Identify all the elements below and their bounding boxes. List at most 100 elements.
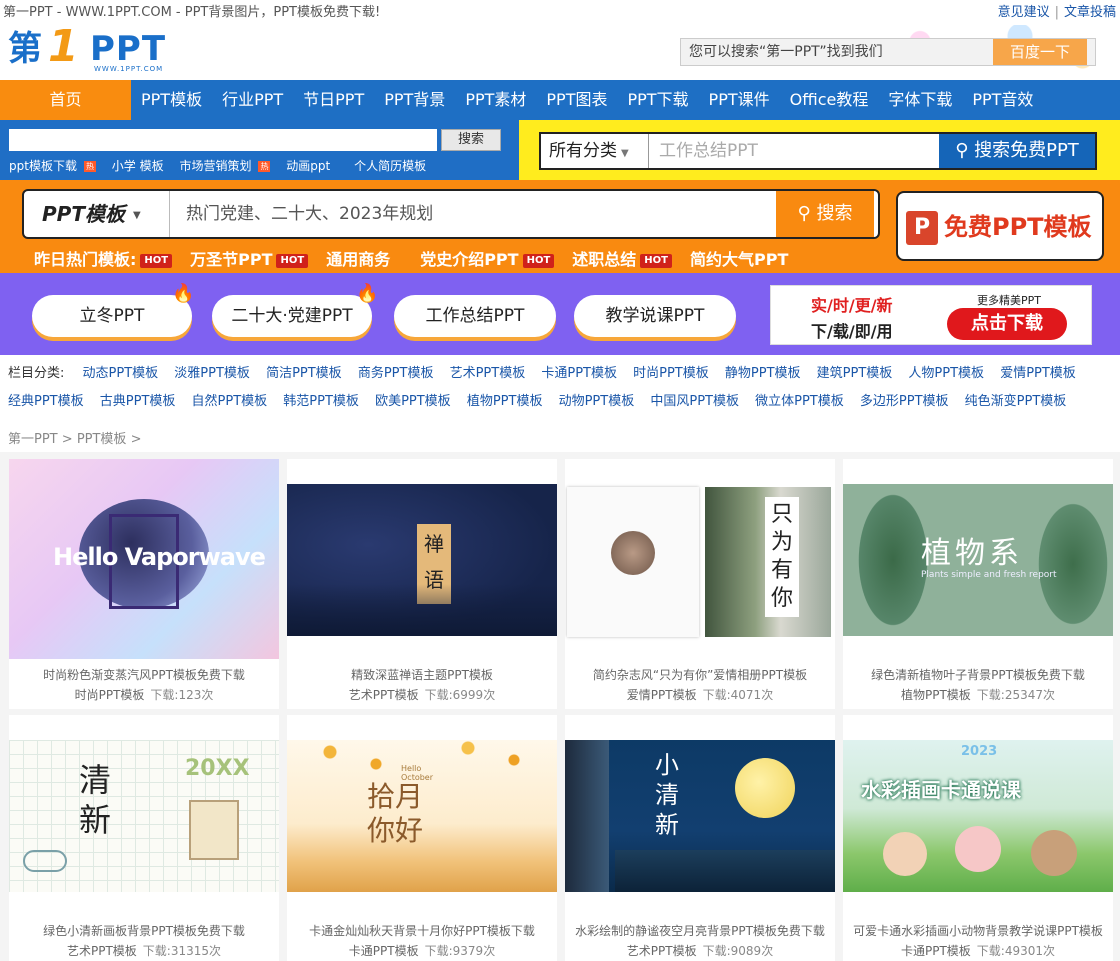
nav-item[interactable]: 行业PPT	[212, 80, 293, 120]
template-title[interactable]: 精致深蓝禅语主题PPT模板	[287, 666, 557, 683]
template-search-input[interactable]: 热门党建、二十大、2023年规划	[186, 191, 433, 237]
category-link[interactable]: 卡通PPT模板	[541, 366, 617, 381]
template-category[interactable]: 时尚PPT模板	[75, 688, 145, 702]
nav-item[interactable]: PPT图表	[536, 80, 617, 120]
category-link[interactable]: 建筑PPT模板	[817, 366, 893, 381]
category-select[interactable]: 所有分类 ▼	[541, 134, 649, 168]
template-thumbnail[interactable]: 拾月你好 Hello October	[287, 715, 557, 915]
template-category[interactable]: 艺术PPT模板	[349, 688, 419, 702]
hot-item[interactable]: 万圣节PPT	[190, 250, 272, 269]
template-card[interactable]: 清新 20XX 绿色小清新画板背景PPT模板免费下载 艺术PPT模板 下载:313…	[9, 715, 279, 961]
template-thumbnail[interactable]: Hello Vaporwave	[9, 459, 279, 659]
hot-item[interactable]: 简约大气PPT	[690, 250, 788, 269]
feedback-link[interactable]: 意见建议	[998, 5, 1050, 20]
hot-item[interactable]: 通用商务	[326, 250, 390, 269]
category-link[interactable]: 静物PPT模板	[725, 366, 801, 381]
template-category-select[interactable]: PPT模板 ▼	[24, 191, 170, 237]
category-link[interactable]: 经典PPT模板	[8, 394, 84, 409]
topic-pill[interactable]: 教学说课PPT	[574, 295, 736, 337]
template-title[interactable]: 可爱卡通水彩插画小动物背景教学说课PPT模板	[843, 922, 1113, 939]
site-search-input[interactable]	[9, 129, 437, 151]
free-search-input[interactable]: 工作总结PPT	[659, 134, 758, 168]
template-category[interactable]: 爱情PPT模板	[627, 688, 697, 702]
template-thumbnail[interactable]: 2023 水彩插画卡通说课	[843, 715, 1113, 915]
free-search-button[interactable]: ⚲ 搜索免费PPT	[939, 134, 1095, 168]
hot-tag[interactable]: 动画ppt	[286, 159, 330, 173]
site-search-button[interactable]: 搜索	[441, 129, 501, 151]
template-search-button[interactable]: ⚲ 搜索	[776, 191, 874, 237]
nav-home[interactable]: 首页	[0, 80, 131, 120]
topic-pill[interactable]: 立冬PPT	[32, 295, 192, 337]
ad-download-button[interactable]: 点击下载	[947, 308, 1067, 340]
nav-item[interactable]: 字体下载	[878, 80, 962, 120]
download-ad[interactable]: 实/时/更/新 下/载/即/用 更多精美PPT 点击下载	[770, 285, 1092, 345]
nav-item[interactable]: 节日PPT	[293, 80, 374, 120]
template-thumbnail[interactable]: 只为有你	[565, 459, 835, 659]
category-link[interactable]: 纯色渐变PPT模板	[965, 394, 1067, 409]
template-card[interactable]: 植物系 Plants simple and fresh report 绿色清新植…	[843, 459, 1113, 709]
template-category[interactable]: 艺术PPT模板	[627, 944, 697, 958]
category-link[interactable]: 动态PPT模板	[83, 366, 159, 381]
category-link[interactable]: 爱情PPT模板	[1000, 366, 1076, 381]
template-title[interactable]: 时尚粉色渐变蒸汽风PPT模板免费下载	[9, 666, 279, 683]
template-category[interactable]: 卡通PPT模板	[901, 944, 971, 958]
template-title[interactable]: 绿色小清新画板背景PPT模板免费下载	[9, 922, 279, 939]
template-card[interactable]: 禅语 精致深蓝禅语主题PPT模板 艺术PPT模板 下载:6999次	[287, 459, 557, 709]
easel-shape	[189, 800, 239, 860]
category-link[interactable]: 多边形PPT模板	[860, 394, 949, 409]
template-card[interactable]: 小清新 水彩绘制的静谧夜空月亮背景PPT模板免费下载 艺术PPT模板 下载:908…	[565, 715, 835, 961]
topic-pill[interactable]: 二十大·党建PPT	[212, 295, 372, 337]
nav-item[interactable]: Office教程	[780, 80, 879, 120]
hot-item[interactable]: 述职总结	[572, 250, 636, 269]
category-link[interactable]: 自然PPT模板	[192, 394, 268, 409]
template-thumbnail[interactable]: 植物系 Plants simple and fresh report	[843, 459, 1113, 659]
category-link[interactable]: 简洁PPT模板	[266, 366, 342, 381]
template-thumbnail[interactable]: 小清新	[565, 715, 835, 915]
category-link[interactable]: 微立体PPT模板	[755, 394, 844, 409]
template-category[interactable]: 植物PPT模板	[901, 688, 971, 702]
template-title[interactable]: 卡通金灿灿秋天背景十月你好PPT模板下载	[287, 922, 557, 939]
template-title[interactable]: 水彩绘制的静谧夜空月亮背景PPT模板免费下载	[565, 922, 835, 939]
template-thumbnail[interactable]: 禅语	[287, 459, 557, 659]
hot-tag[interactable]: 个人简历模板	[354, 159, 426, 173]
nav-item[interactable]: PPT课件	[699, 80, 780, 120]
baidu-search-input[interactable]: 您可以搜索“第一PPT”找到我们	[681, 39, 997, 65]
site-logo[interactable]: 第 1 PPT WWW.1PPT.COM	[8, 25, 178, 74]
hot-tag[interactable]: 市场营销策划热	[179, 159, 276, 173]
category-link[interactable]: 淡雅PPT模板	[174, 366, 250, 381]
hot-item[interactable]: 党史介绍PPT	[420, 250, 518, 269]
template-category[interactable]: 艺术PPT模板	[67, 944, 137, 958]
template-title[interactable]: 简约杂志风“只为有你”爱情相册PPT模板	[565, 666, 835, 683]
template-card[interactable]: 2023 水彩插画卡通说课 可爱卡通水彩插画小动物背景教学说课PPT模板 卡通P…	[843, 715, 1113, 961]
category-link[interactable]: 时尚PPT模板	[633, 366, 709, 381]
category-link[interactable]: 中国风PPT模板	[650, 394, 739, 409]
category-link[interactable]: 人物PPT模板	[908, 366, 984, 381]
topic-pill[interactable]: 工作总结PPT	[394, 295, 556, 337]
free-ppt-template-link[interactable]: P 免费PPT模板	[896, 191, 1104, 261]
nav-item[interactable]: PPT素材	[455, 80, 536, 120]
hot-tag[interactable]: 小学 模板	[112, 159, 164, 173]
submit-article-link[interactable]: 文章投稿	[1064, 5, 1116, 20]
nav-item[interactable]: PPT背景	[374, 80, 455, 120]
breadcrumb-home[interactable]: 第一PPT	[8, 432, 58, 447]
nav-item[interactable]: PPT音效	[962, 80, 1043, 120]
template-thumbnail[interactable]: 清新 20XX	[9, 715, 279, 915]
category-link[interactable]: 韩范PPT模板	[283, 394, 359, 409]
roof-shape	[615, 850, 835, 892]
baidu-search-button[interactable]: 百度一下	[993, 39, 1087, 65]
template-card[interactable]: 只为有你 简约杂志风“只为有你”爱情相册PPT模板 爱情PPT模板 下载:4071…	[565, 459, 835, 709]
nav-item[interactable]: PPT下载	[617, 80, 698, 120]
hot-tag[interactable]: ppt模板下载热	[9, 159, 102, 173]
category-link[interactable]: 商务PPT模板	[358, 366, 434, 381]
category-link[interactable]: 古典PPT模板	[100, 394, 176, 409]
category-link[interactable]: 艺术PPT模板	[450, 366, 526, 381]
category-link[interactable]: 欧美PPT模板	[375, 394, 451, 409]
template-card[interactable]: Hello Vaporwave 时尚粉色渐变蒸汽风PPT模板免费下载 时尚PPT…	[9, 459, 279, 709]
template-title[interactable]: 绿色清新植物叶子背景PPT模板免费下载	[843, 666, 1113, 683]
template-category[interactable]: 卡通PPT模板	[349, 944, 419, 958]
breadcrumb-current[interactable]: PPT模板	[77, 432, 127, 447]
category-link[interactable]: 植物PPT模板	[467, 394, 543, 409]
nav-item[interactable]: PPT模板	[131, 80, 212, 120]
template-card[interactable]: 拾月你好 Hello October 卡通金灿灿秋天背景十月你好PPT模板下载 …	[287, 715, 557, 961]
category-link[interactable]: 动物PPT模板	[559, 394, 635, 409]
